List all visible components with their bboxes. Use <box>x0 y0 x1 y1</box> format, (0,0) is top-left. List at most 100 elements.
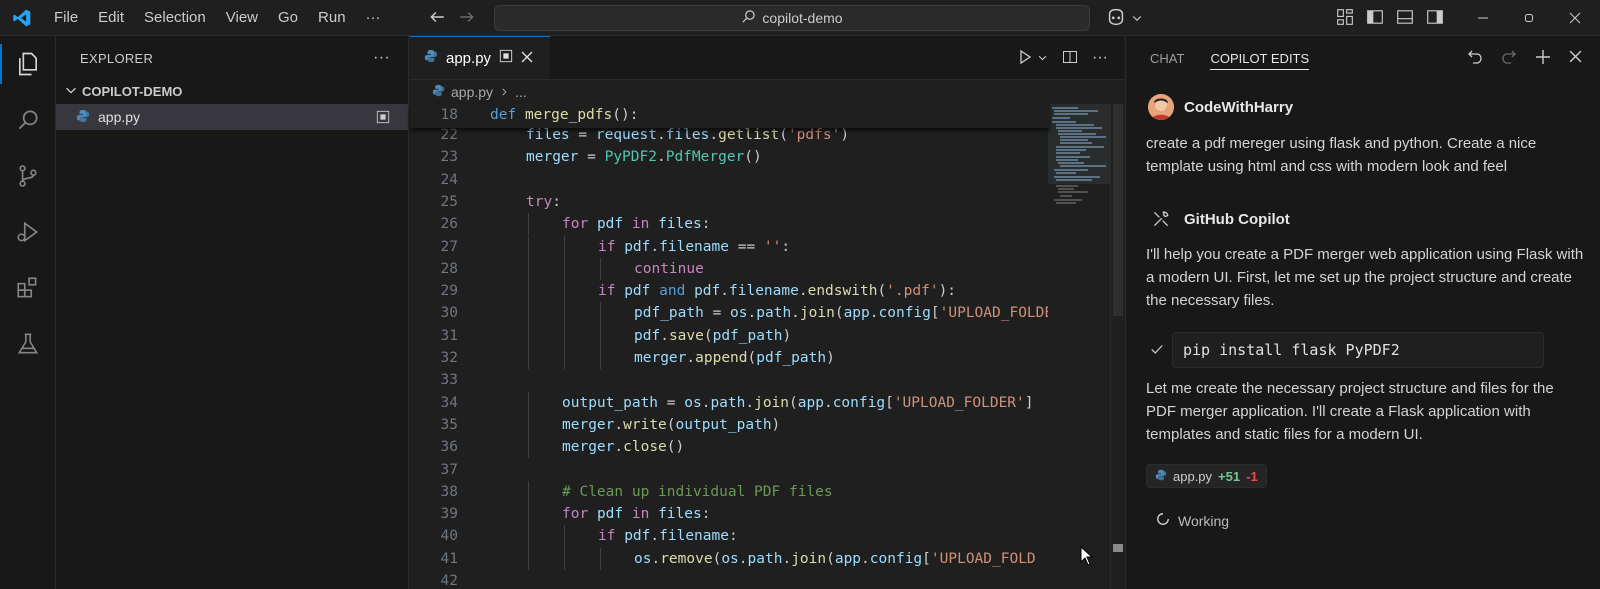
code-line[interactable]: 27 if pdf.filename == '': <box>410 235 1050 258</box>
line-number: 18 <box>440 107 458 123</box>
code-line[interactable]: 28 continue <box>410 257 1050 281</box>
code-line[interactable]: 40 if pdf.filename: <box>410 525 1050 548</box>
explorer-more-button[interactable]: ··· <box>373 49 390 67</box>
code-line[interactable]: 36 merger.close() <box>410 436 1050 459</box>
undo-icon[interactable] <box>1467 49 1483 68</box>
layout-controls <box>1336 0 1444 36</box>
extensions-icon[interactable] <box>0 260 56 316</box>
code-token: join <box>791 550 827 567</box>
code-line[interactable]: 38 # Clean up individual PDF files <box>410 480 1050 504</box>
file-name: app.py <box>98 109 141 125</box>
indent-guide <box>600 347 601 370</box>
code-text: continue <box>634 258 704 280</box>
code-token: files <box>526 127 570 143</box>
chat-actions <box>1467 36 1582 80</box>
code-token: merger <box>526 149 579 166</box>
menu-view[interactable]: View <box>216 0 268 36</box>
code-token: . <box>791 305 800 322</box>
menu-more[interactable]: ··· <box>356 0 391 36</box>
indent-guide <box>528 480 529 504</box>
code-line[interactable]: 34 output_path = os.path.join(app.config[… <box>410 391 1050 414</box>
code-editor[interactable]: 22 files = request.files.getlist('pdfs') 2… <box>410 104 1050 589</box>
menu-selection[interactable]: Selection <box>134 0 216 36</box>
code-line[interactable]: 39 for pdf in files: <box>410 503 1050 526</box>
menu-edit[interactable]: Edit <box>88 0 134 36</box>
restore-icon[interactable] <box>1506 0 1552 36</box>
tab-chat[interactable]: CHAT <box>1150 36 1184 80</box>
explorer-title: EXPLORER <box>80 50 154 66</box>
explorer-header: EXPLORER ··· <box>56 36 408 80</box>
file-item-app-py[interactable]: app.py <box>56 104 408 130</box>
search-view-icon[interactable] <box>0 92 56 148</box>
menu-file[interactable]: File <box>44 0 88 36</box>
close-tab-icon[interactable] <box>521 50 533 67</box>
redo-icon[interactable] <box>1501 49 1517 68</box>
command-center-search[interactable]: copilot-demo <box>494 5 1090 31</box>
code-line[interactable]: 32 merger.append(pdf_path) <box>410 347 1050 370</box>
run-file-icon[interactable] <box>1017 49 1033 68</box>
editor-scrollbar[interactable] <box>1110 104 1124 589</box>
minimize-icon[interactable] <box>1460 0 1506 36</box>
activity-bar <box>0 36 56 589</box>
customize-layout-icon[interactable] <box>1336 8 1354 29</box>
code-text: for pdf in files: <box>562 503 710 525</box>
more-actions-icon[interactable]: ··· <box>1092 49 1108 67</box>
indent-guide <box>564 257 565 281</box>
code-line[interactable]: 23 merger = PyPDF2.PdfMerger() <box>410 146 1050 168</box>
code-line[interactable]: 42 <box>410 570 1050 589</box>
breadcrumb-more[interactable]: ... <box>515 84 527 100</box>
menu-run[interactable]: Run <box>308 0 356 36</box>
indent-guide <box>564 347 565 370</box>
chevron-down-icon[interactable] <box>1037 50 1048 66</box>
line-number: 27 <box>440 238 458 255</box>
toggle-panel-icon[interactable] <box>1396 8 1414 29</box>
code-line[interactable]: 29 if pdf and pdf.filename.endswith('.pdf… <box>410 280 1050 303</box>
back-arrow-icon[interactable] <box>428 8 446 29</box>
code-line[interactable]: 41 os.remove(os.path.join(app.config['UPL… <box>410 547 1050 570</box>
code-token: = <box>569 127 596 143</box>
close-window-icon[interactable] <box>1552 0 1598 36</box>
code-line[interactable]: 24 <box>410 169 1050 191</box>
minimap[interactable] <box>1048 104 1110 589</box>
forward-arrow-icon[interactable] <box>458 8 476 29</box>
user-avatar <box>1148 94 1174 120</box>
code-token: () <box>666 439 685 456</box>
sticky-scroll-header[interactable]: 18 def merge_pdfs(): <box>410 104 1050 128</box>
edited-file-chip[interactable]: app.py +51 -1 <box>1146 464 1267 488</box>
close-panel-icon[interactable] <box>1569 50 1582 66</box>
code-line[interactable]: 30 pdf_path = os.path.join(app.config['UP… <box>410 302 1050 325</box>
folder-copilot-demo[interactable]: COPILOT-DEMO <box>56 80 408 102</box>
new-edit-session-icon[interactable] <box>1535 49 1551 68</box>
code-line[interactable]: 26 for pdf in files: <box>410 213 1050 236</box>
code-token: pdf <box>624 283 651 300</box>
breadcrumb-file[interactable]: app.py <box>451 84 493 100</box>
source-control-icon[interactable] <box>0 148 56 204</box>
scrollbar-thumb[interactable] <box>1113 104 1123 316</box>
code-line[interactable]: 37 <box>410 459 1050 481</box>
toggle-secondary-sidebar-icon[interactable] <box>1426 8 1444 29</box>
status-text: Working <box>1178 512 1230 529</box>
code-token: = <box>578 149 605 166</box>
menu-go[interactable]: Go <box>268 0 308 36</box>
terminal-command[interactable]: pip install flask PyPDF2 <box>1172 332 1544 368</box>
run-debug-icon[interactable] <box>0 204 56 260</box>
code-line[interactable]: 31 pdf.save(pdf_path) <box>410 324 1050 347</box>
tab-app-py[interactable]: app.py <box>410 36 550 79</box>
explorer-icon[interactable] <box>0 36 56 92</box>
code-token: config <box>832 394 886 411</box>
code-token: ( <box>826 550 835 567</box>
vscode-logo-icon <box>0 0 44 36</box>
user-name: CodeWithHarry <box>1184 98 1294 116</box>
code-line[interactable]: 35 merger.write(output_path) <box>410 413 1050 437</box>
indent-guide <box>564 324 565 347</box>
toggle-primary-sidebar-icon[interactable] <box>1366 8 1384 29</box>
testing-flask-icon[interactable] <box>0 316 56 372</box>
copilot-menu-button[interactable] <box>1105 6 1143 31</box>
code-line[interactable]: 25 try: <box>410 191 1050 213</box>
split-editor-icon[interactable] <box>1062 49 1078 68</box>
tab-copilot-edits[interactable]: COPILOT EDITS <box>1210 36 1309 80</box>
code-token: ) <box>826 350 835 366</box>
code-token: continue <box>634 260 704 277</box>
code-line[interactable]: 33 <box>410 369 1050 391</box>
